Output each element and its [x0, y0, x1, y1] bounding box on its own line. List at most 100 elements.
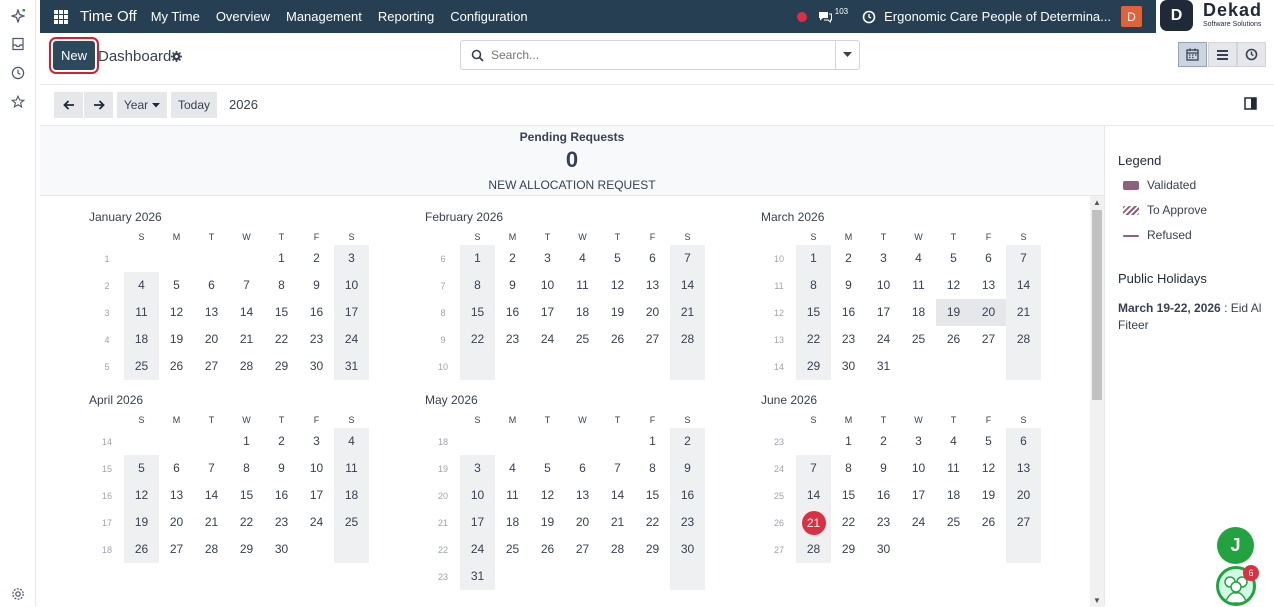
search-options-toggle[interactable] — [835, 41, 859, 69]
day-cell[interactable]: 8 — [264, 272, 299, 299]
day-cell[interactable]: 18 — [936, 482, 971, 509]
day-cell[interactable]: 4 — [936, 428, 971, 455]
search-input[interactable] — [491, 46, 831, 64]
day-cell[interactable]: 28 — [796, 536, 831, 563]
day-cell[interactable]: 12 — [936, 272, 971, 299]
day-cell[interactable]: 18 — [334, 482, 369, 509]
day-cell[interactable]: 1 — [264, 245, 299, 272]
day-cell[interactable]: 28 — [229, 353, 264, 380]
day-cell[interactable]: 20 — [565, 509, 600, 536]
day-cell[interactable]: 29 — [229, 536, 264, 563]
day-cell[interactable]: 19 — [600, 299, 635, 326]
day-cell[interactable]: 5 — [124, 455, 159, 482]
toggle-side-panel-icon[interactable] — [1244, 97, 1257, 110]
app-title[interactable]: Time Off — [80, 8, 137, 25]
day-cell[interactable]: 7 — [194, 455, 229, 482]
favorites-star-icon[interactable] — [11, 95, 25, 109]
day-cell[interactable]: 11 — [124, 299, 159, 326]
day-cell[interactable]: 9 — [299, 272, 334, 299]
day-cell[interactable]: 14 — [194, 482, 229, 509]
day-cell[interactable]: 19 — [159, 326, 194, 353]
list-view-button[interactable] — [1208, 42, 1237, 67]
day-cell[interactable]: 6 — [971, 245, 1006, 272]
day-cell[interactable]: 22 — [460, 326, 495, 353]
today-marker[interactable]: 21 — [801, 511, 826, 535]
day-cell[interactable]: 20 — [971, 299, 1006, 326]
day-cell[interactable]: 26 — [936, 326, 971, 353]
day-cell[interactable]: 17 — [460, 509, 495, 536]
day-cell[interactable]: 7 — [600, 455, 635, 482]
day-cell[interactable]: 10 — [901, 455, 936, 482]
apps-menu-icon[interactable] — [54, 9, 68, 24]
day-cell[interactable]: 29 — [635, 536, 670, 563]
day-cell[interactable]: 10 — [334, 272, 369, 299]
day-cell[interactable]: 13 — [635, 272, 670, 299]
day-cell[interactable]: 18 — [565, 299, 600, 326]
day-cell[interactable]: 19 — [124, 509, 159, 536]
day-cell[interactable]: 28 — [600, 536, 635, 563]
day-cell[interactable]: 8 — [229, 455, 264, 482]
menu-my-time[interactable]: My Time — [151, 9, 200, 24]
day-cell[interactable]: 14 — [1006, 272, 1041, 299]
day-cell[interactable]: 29 — [264, 353, 299, 380]
day-cell[interactable]: 23 — [831, 326, 866, 353]
day-cell[interactable]: 15 — [229, 482, 264, 509]
activity-sparkle-icon[interactable] — [11, 9, 25, 23]
day-cell[interactable]: 8 — [796, 272, 831, 299]
day-cell[interactable]: 7 — [670, 245, 705, 272]
recording-status-dot[interactable] — [796, 11, 807, 22]
day-cell[interactable]: 30 — [670, 536, 705, 563]
day-cell[interactable]: 25 — [124, 353, 159, 380]
day-cell[interactable]: 18 — [495, 509, 530, 536]
day-cell[interactable]: 3 — [460, 455, 495, 482]
day-cell[interactable]: 18 — [124, 326, 159, 353]
day-cell[interactable]: 11 — [334, 455, 369, 482]
day-cell[interactable]: 9 — [264, 455, 299, 482]
day-cell[interactable]: 12 — [530, 482, 565, 509]
day-cell[interactable]: 8 — [831, 455, 866, 482]
day-cell[interactable]: 13 — [1006, 455, 1041, 482]
day-cell[interactable]: 14 — [229, 299, 264, 326]
day-cell[interactable]: 11 — [495, 482, 530, 509]
scrollbar-thumb[interactable] — [1092, 210, 1102, 400]
messages-icon[interactable] — [817, 9, 833, 25]
day-cell[interactable]: 10 — [866, 272, 901, 299]
day-cell[interactable]: 4 — [495, 455, 530, 482]
day-cell[interactable]: 5 — [971, 428, 1006, 455]
day-cell[interactable]: 1 — [460, 245, 495, 272]
day-cell[interactable]: 17 — [530, 299, 565, 326]
day-cell[interactable]: 6 — [565, 455, 600, 482]
day-cell[interactable]: 27 — [971, 326, 1006, 353]
day-cell[interactable]: 4 — [565, 245, 600, 272]
day-cell[interactable]: 15 — [460, 299, 495, 326]
day-cell[interactable]: 14 — [600, 482, 635, 509]
day-cell[interactable]: 25 — [495, 536, 530, 563]
day-cell[interactable]: 19 — [530, 509, 565, 536]
day-cell[interactable]: 16 — [495, 299, 530, 326]
today-button[interactable]: Today — [171, 92, 217, 118]
day-cell[interactable]: 12 — [971, 455, 1006, 482]
day-cell[interactable]: 13 — [159, 482, 194, 509]
day-cell[interactable]: 6 — [1006, 428, 1041, 455]
activity-view-button[interactable] — [1237, 42, 1266, 67]
day-cell[interactable]: 24 — [334, 326, 369, 353]
day-cell[interactable]: 25 — [565, 326, 600, 353]
new-button[interactable]: New — [49, 37, 99, 74]
day-cell[interactable]: 21 — [670, 299, 705, 326]
day-cell[interactable]: 16 — [264, 482, 299, 509]
day-cell[interactable]: 20 — [635, 299, 670, 326]
day-cell[interactable]: 2 — [866, 428, 901, 455]
day-cell[interactable]: 21 — [1006, 299, 1041, 326]
day-cell[interactable]: 7 — [1006, 245, 1041, 272]
day-cell[interactable]: 26 — [124, 536, 159, 563]
day-cell[interactable]: 20 — [194, 326, 229, 353]
day-cell[interactable]: 7 — [796, 455, 831, 482]
calendar-view-button[interactable] — [1178, 42, 1207, 67]
day-cell[interactable]: 1 — [229, 428, 264, 455]
day-cell[interactable]: 1 — [796, 245, 831, 272]
day-cell[interactable]: 3 — [901, 428, 936, 455]
day-cell[interactable]: 31 — [334, 353, 369, 380]
company-switcher[interactable]: Ergonomic Care People of Determina... — [884, 9, 1111, 24]
day-cell[interactable]: 20 — [1006, 482, 1041, 509]
day-cell[interactable]: 2 — [670, 428, 705, 455]
